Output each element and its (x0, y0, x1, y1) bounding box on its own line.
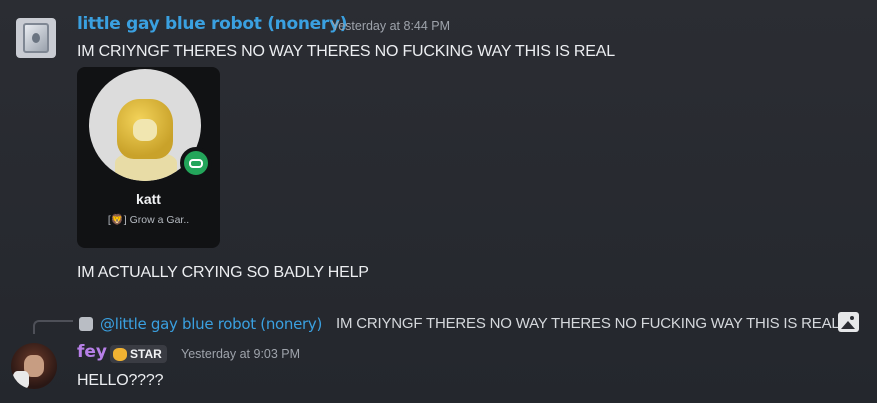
username[interactable]: fey (77, 342, 107, 362)
timestamp[interactable]: Yesterday at 8:44 PM (331, 19, 450, 33)
profile-name: katt (136, 191, 161, 207)
guild-tag-label: STAR (130, 347, 162, 361)
message-text: IM ACTUALLY CRYING SO BADLY HELP (77, 264, 369, 281)
timestamp[interactable]: Yesterday at 9:03 PM (181, 347, 300, 361)
profile-card[interactable]: katt [🦁] Grow a Gar.. (77, 67, 220, 248)
gamepad-icon (180, 147, 212, 179)
cat-icon (113, 347, 127, 361)
avatar[interactable] (16, 18, 56, 58)
message-text: HELLO???? (77, 372, 164, 389)
reply-preview[interactable]: IM CRIYNGF THERES NO WAY THERES NO FUCKI… (336, 315, 840, 332)
reply-mention[interactable]: @little gay blue robot (nonery) (100, 315, 322, 333)
reply-connector (33, 320, 73, 334)
guild-tag[interactable]: STAR (110, 345, 167, 363)
profile-activity: [🦁] Grow a Gar.. (107, 214, 190, 226)
message-text: IM CRIYNGF THERES NO WAY THERES NO FUCKI… (77, 43, 615, 60)
avatar[interactable] (11, 343, 57, 389)
reply-avatar (79, 317, 93, 331)
image-icon (838, 312, 859, 332)
username[interactable]: little gay blue robot (nonery) (77, 14, 348, 34)
